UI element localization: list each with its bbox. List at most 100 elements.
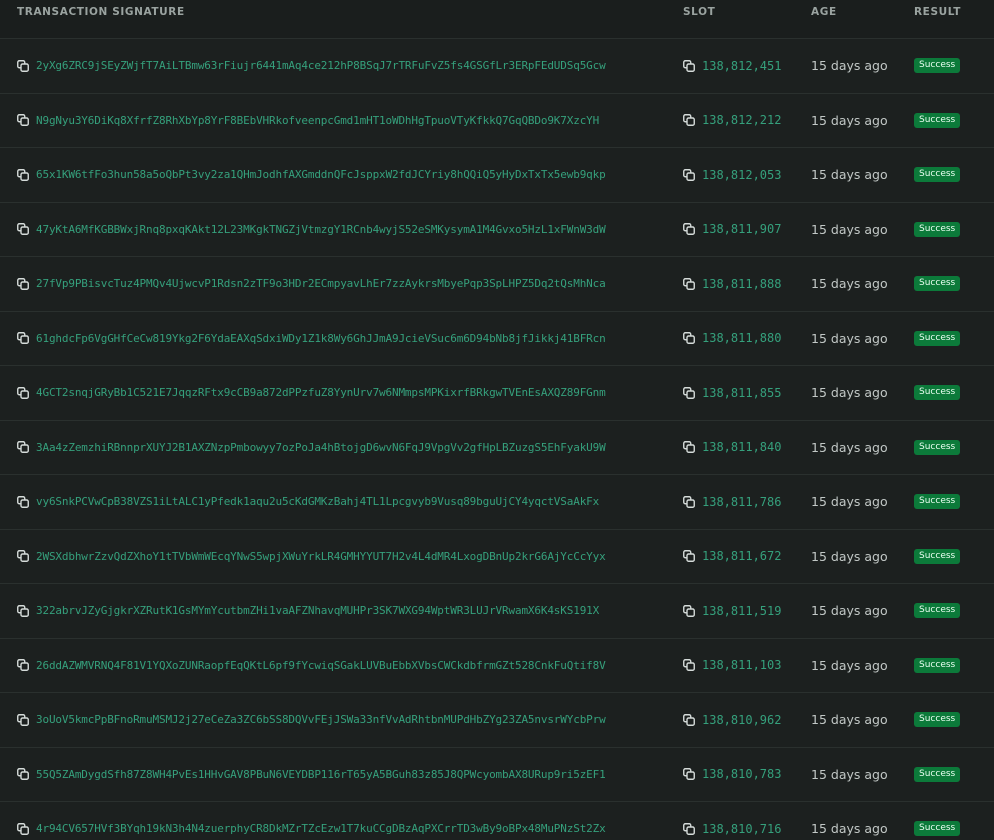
copy-icon[interactable] xyxy=(17,822,29,835)
slot-link[interactable]: 138,810,783 xyxy=(702,767,781,781)
copy-icon[interactable] xyxy=(683,386,695,399)
copy-icon[interactable] xyxy=(17,713,29,726)
age-text: 15 days ago xyxy=(811,712,888,728)
table-row: 3Aa4zZemzhiRBnnprXUYJ2B1AXZNzpPmbowyy7oz… xyxy=(0,420,994,475)
age-text: 15 days ago xyxy=(811,603,888,619)
copy-icon[interactable] xyxy=(683,332,695,345)
status-badge: Success xyxy=(914,385,961,401)
copy-icon[interactable] xyxy=(683,768,695,781)
slot-link[interactable]: 138,812,212 xyxy=(702,113,781,127)
slot-link[interactable]: 138,812,451 xyxy=(702,59,781,73)
slot-cell: 138,811,672 xyxy=(667,549,795,563)
copy-icon[interactable] xyxy=(17,223,29,236)
copy-icon[interactable] xyxy=(683,114,695,127)
column-header-signature[interactable]: Transaction Signature xyxy=(0,6,667,18)
copy-icon[interactable] xyxy=(683,495,695,508)
age-text: 15 days ago xyxy=(811,112,888,128)
signature-link[interactable]: 4GCT2snqjGRyBb1C521E7JqqzRFtx9cCB9a872dP… xyxy=(36,386,606,399)
copy-icon[interactable] xyxy=(17,495,29,508)
copy-icon[interactable] xyxy=(17,114,29,127)
signature-cell: 27fVp9PBisvcTuz4PMQv4UjwcvP1Rdsn2zTF9o3H… xyxy=(0,277,667,290)
copy-icon[interactable] xyxy=(683,550,695,563)
signature-cell: 26ddAZWMVRNQ4F81V1YQXoZUNRaopfEqQKtL6pf9… xyxy=(0,659,667,672)
result-cell: Success xyxy=(898,330,994,346)
slot-link[interactable]: 138,811,855 xyxy=(702,386,781,400)
copy-icon[interactable] xyxy=(683,223,695,236)
copy-icon[interactable] xyxy=(17,59,29,72)
slot-link[interactable]: 138,810,716 xyxy=(702,822,781,836)
copy-icon[interactable] xyxy=(17,550,29,563)
signature-link[interactable]: 65x1KW6tfFo3hun58a5oQbPt3vy2za1QHmJodhfA… xyxy=(36,168,606,181)
result-cell: Success xyxy=(898,221,994,237)
slot-link[interactable]: 138,811,672 xyxy=(702,549,781,563)
column-header-age[interactable]: Age xyxy=(795,6,898,18)
slot-link[interactable]: 138,811,840 xyxy=(702,440,781,454)
signature-link[interactable]: 27fVp9PBisvcTuz4PMQv4UjwcvP1Rdsn2zTF9o3H… xyxy=(36,277,606,290)
slot-link[interactable]: 138,811,103 xyxy=(702,658,781,672)
copy-icon[interactable] xyxy=(17,659,29,672)
slot-link[interactable]: 138,812,053 xyxy=(702,168,781,182)
table-row: 61ghdcFp6VgGHfCeCw819Ykg2F6YdaEAXqSdxiWD… xyxy=(0,311,994,366)
age-text: 15 days ago xyxy=(811,439,888,455)
result-cell: Success xyxy=(898,766,994,782)
copy-icon[interactable] xyxy=(17,332,29,345)
copy-icon[interactable] xyxy=(17,768,29,781)
slot-link[interactable]: 138,811,888 xyxy=(702,277,781,291)
table-row: 4r94CV657HVf3BYqh19kN3h4N4zuerphyCR8DkMZ… xyxy=(0,802,994,840)
age-cell: 15 days ago xyxy=(795,821,898,836)
signature-link[interactable]: 3Aa4zZemzhiRBnnprXUYJ2B1AXZNzpPmbowyy7oz… xyxy=(36,441,606,454)
signature-link[interactable]: vy6SnkPCVwCpB38VZS1iLtALC1yPfedk1aqu2u5c… xyxy=(36,495,599,508)
slot-link[interactable]: 138,810,962 xyxy=(702,713,781,727)
status-badge: Success xyxy=(914,766,961,782)
age-cell: 15 days ago xyxy=(795,494,898,509)
copy-icon[interactable] xyxy=(17,386,29,399)
signature-cell: 47yKtA6MfKGBBWxjRnq8pxqKAkt12L23MKgkTNGZ… xyxy=(0,223,667,236)
slot-link[interactable]: 138,811,519 xyxy=(702,604,781,618)
age-cell: 15 days ago xyxy=(795,440,898,455)
copy-icon[interactable] xyxy=(683,822,695,835)
signature-link[interactable]: 322abrvJZyGjgkrXZRutK1GsMYmYcutbmZHi1vaA… xyxy=(36,604,599,617)
status-badge: Success xyxy=(914,112,961,128)
copy-icon[interactable] xyxy=(683,713,695,726)
signature-link[interactable]: 47yKtA6MfKGBBWxjRnq8pxqKAkt12L23MKgkTNGZ… xyxy=(36,223,606,236)
column-header-result[interactable]: Result xyxy=(898,6,994,18)
signature-link[interactable]: 26ddAZWMVRNQ4F81V1YQXoZUNRaopfEqQKtL6pf9… xyxy=(36,659,606,672)
signature-link[interactable]: 2yXg6ZRC9jSEyZWjfT7AiLTBmw63rFiujr6441mA… xyxy=(36,59,606,72)
copy-icon[interactable] xyxy=(17,277,29,290)
status-badge: Success xyxy=(914,167,961,183)
result-cell: Success xyxy=(898,385,994,401)
column-header-slot[interactable]: Slot xyxy=(667,6,795,18)
table-row: 2yXg6ZRC9jSEyZWjfT7AiLTBmw63rFiujr6441mA… xyxy=(0,39,994,94)
slot-cell: 138,812,212 xyxy=(667,113,795,127)
slot-cell: 138,811,840 xyxy=(667,440,795,454)
result-cell: Success xyxy=(898,58,994,74)
slot-cell: 138,810,716 xyxy=(667,822,795,836)
age-cell: 15 days ago xyxy=(795,167,898,182)
signature-link[interactable]: N9gNyu3Y6DiKq8XfrfZ8RhXbYp8YrF8BEbVHRkof… xyxy=(36,114,599,127)
signature-link[interactable]: 3oUoV5kmcPpBFnoRmuMSMJ2j27eCeZa3ZC6bSS8D… xyxy=(36,713,606,726)
slot-link[interactable]: 138,811,907 xyxy=(702,222,781,236)
copy-icon[interactable] xyxy=(17,168,29,181)
slot-link[interactable]: 138,811,880 xyxy=(702,331,781,345)
age-cell: 15 days ago xyxy=(795,549,898,564)
slot-cell: 138,811,907 xyxy=(667,222,795,236)
signature-cell: N9gNyu3Y6DiKq8XfrfZ8RhXbYp8YrF8BEbVHRkof… xyxy=(0,114,667,127)
signature-link[interactable]: 55Q5ZAmDygdSfh87Z8WH4PvEs1HHvGAV8PBuN6VE… xyxy=(36,768,606,781)
age-cell: 15 days ago xyxy=(795,385,898,400)
slot-link[interactable]: 138,811,786 xyxy=(702,495,781,509)
copy-icon[interactable] xyxy=(683,277,695,290)
copy-icon[interactable] xyxy=(17,441,29,454)
copy-icon[interactable] xyxy=(17,604,29,617)
signature-link[interactable]: 4r94CV657HVf3BYqh19kN3h4N4zuerphyCR8DkMZ… xyxy=(36,822,606,835)
copy-icon[interactable] xyxy=(683,604,695,617)
copy-icon[interactable] xyxy=(683,659,695,672)
copy-icon[interactable] xyxy=(683,441,695,454)
slot-cell: 138,810,962 xyxy=(667,713,795,727)
copy-icon[interactable] xyxy=(683,59,695,72)
signature-cell: 2WSXdbhwrZzvQdZXhoY1tTVbWmWEcqYNwS5wpjXW… xyxy=(0,550,667,563)
signature-link[interactable]: 2WSXdbhwrZzvQdZXhoY1tTVbWmWEcqYNwS5wpjXW… xyxy=(36,550,606,563)
result-cell: Success xyxy=(898,112,994,128)
signature-link[interactable]: 61ghdcFp6VgGHfCeCw819Ykg2F6YdaEAXqSdxiWD… xyxy=(36,332,606,345)
signature-cell: 4r94CV657HVf3BYqh19kN3h4N4zuerphyCR8DkMZ… xyxy=(0,822,667,835)
copy-icon[interactable] xyxy=(683,168,695,181)
